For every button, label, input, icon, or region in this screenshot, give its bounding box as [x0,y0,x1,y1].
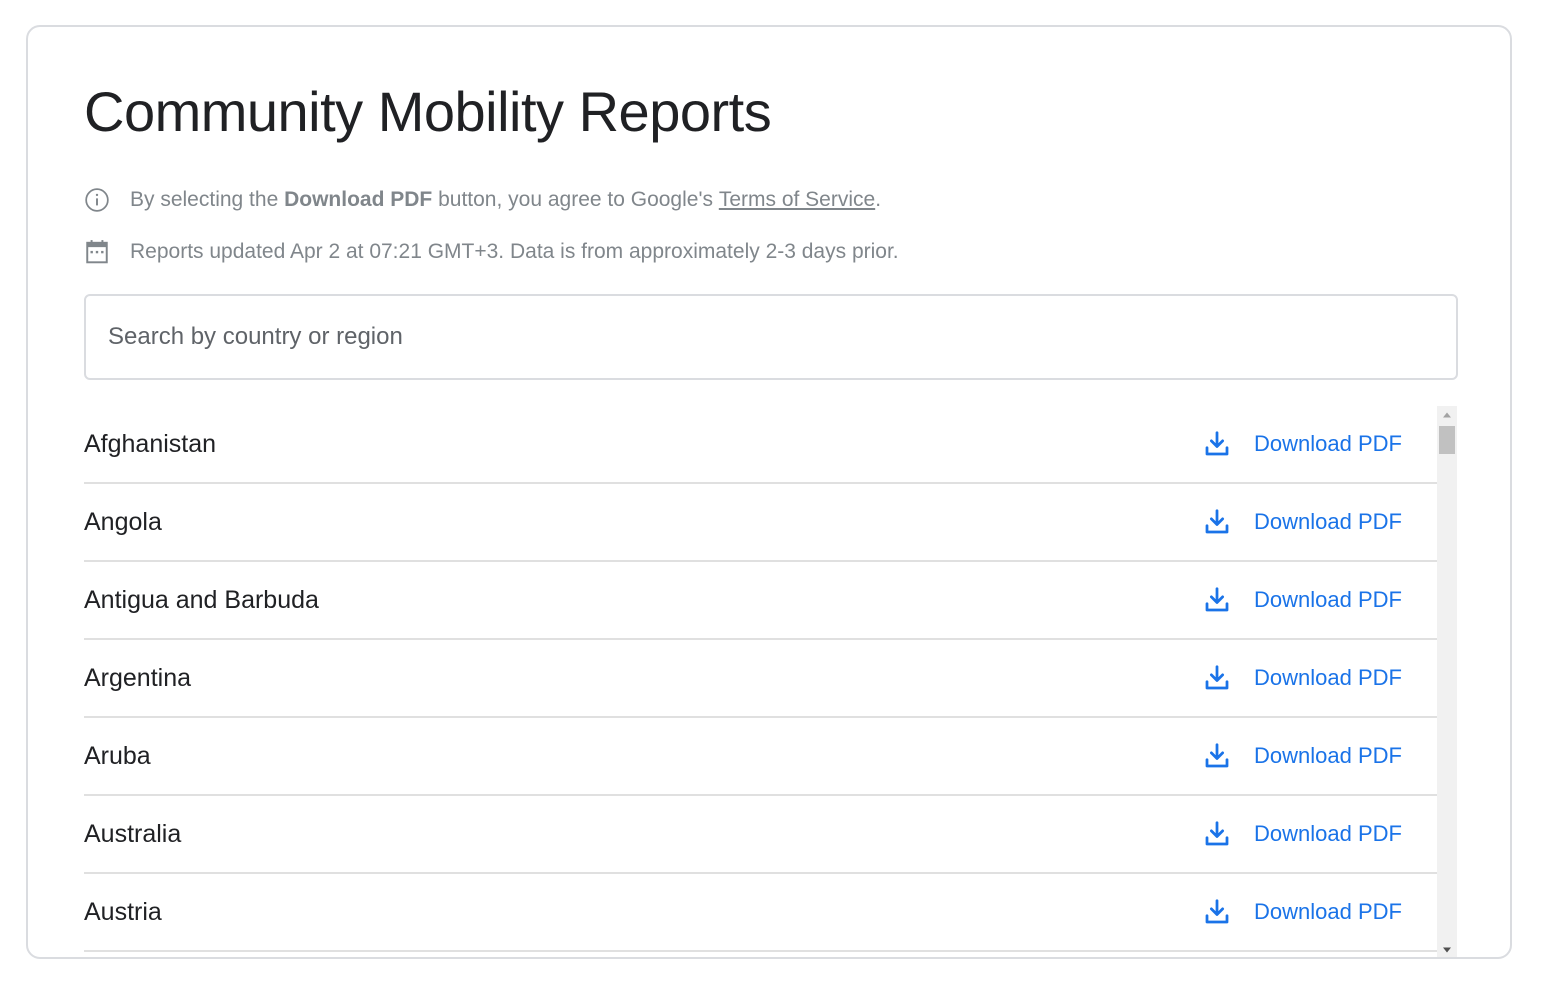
scrollbar-thumb[interactable] [1439,426,1455,454]
download-pdf-button[interactable]: Download PDF [1202,796,1402,872]
list-item: Afghanistan Download PDF [84,406,1437,484]
download-icon [1202,507,1232,537]
terms-prefix: By selecting the [130,188,285,211]
download-icon [1202,585,1232,615]
download-label: Download PDF [1254,821,1402,846]
reports-card: Community Mobility Reports By selecting … [26,25,1512,959]
download-label: Download PDF [1254,743,1402,768]
country-list: Afghanistan Download PDF Angola Download… [84,406,1437,954]
download-icon [1202,819,1232,849]
list-item: Australia Download PDF [84,796,1437,874]
search-input[interactable] [84,294,1458,380]
terms-notice: By selecting the Download PDF button, yo… [84,187,881,213]
country-name: Afghanistan [84,430,217,458]
country-name: Angola [84,508,162,536]
scroll-up-arrow-icon[interactable] [1437,406,1457,424]
info-icon [84,187,110,213]
download-pdf-button[interactable]: Download PDF [1202,874,1402,950]
list-item: Argentina Download PDF [84,640,1437,718]
list-item: Aruba Download PDF [84,718,1437,796]
download-label: Download PDF [1254,899,1402,924]
download-pdf-button[interactable]: Download PDF [1202,562,1402,638]
list-scrollbar[interactable] [1437,406,1457,957]
list-item: Angola Download PDF [84,484,1437,562]
page-title: Community Mobility Reports [84,80,772,143]
download-icon [1202,429,1232,459]
terms-suffix: . [875,188,882,211]
calendar-icon [84,239,110,265]
download-icon [1202,897,1232,927]
download-pdf-button[interactable]: Download PDF [1202,484,1402,560]
list-item: Antigua and Barbuda Download PDF [84,562,1437,640]
country-name: Australia [84,820,182,848]
download-icon [1202,741,1232,771]
download-pdf-button[interactable]: Download PDF [1202,406,1402,482]
terms-middle: button, you agree to Google's [432,188,719,211]
terms-bold: Download PDF [284,188,433,211]
download-pdf-button[interactable]: Download PDF [1202,718,1402,794]
country-name: Austria [84,898,162,926]
download-label: Download PDF [1254,665,1402,690]
country-name: Argentina [84,664,192,692]
download-pdf-button[interactable]: Download PDF [1202,640,1402,716]
download-icon [1202,663,1232,693]
country-name: Antigua and Barbuda [84,586,319,614]
update-text: Reports updated Apr 2 at 07:21 GMT+3. Da… [130,240,899,263]
country-name: Aruba [84,742,151,770]
update-notice: Reports updated Apr 2 at 07:21 GMT+3. Da… [84,239,899,265]
terms-of-service-link[interactable]: Terms of Service [719,188,875,212]
download-label: Download PDF [1254,509,1402,534]
scroll-down-arrow-icon[interactable] [1437,941,1457,957]
list-item: Austria Download PDF [84,874,1437,952]
download-label: Download PDF [1254,431,1402,456]
download-label: Download PDF [1254,587,1402,612]
